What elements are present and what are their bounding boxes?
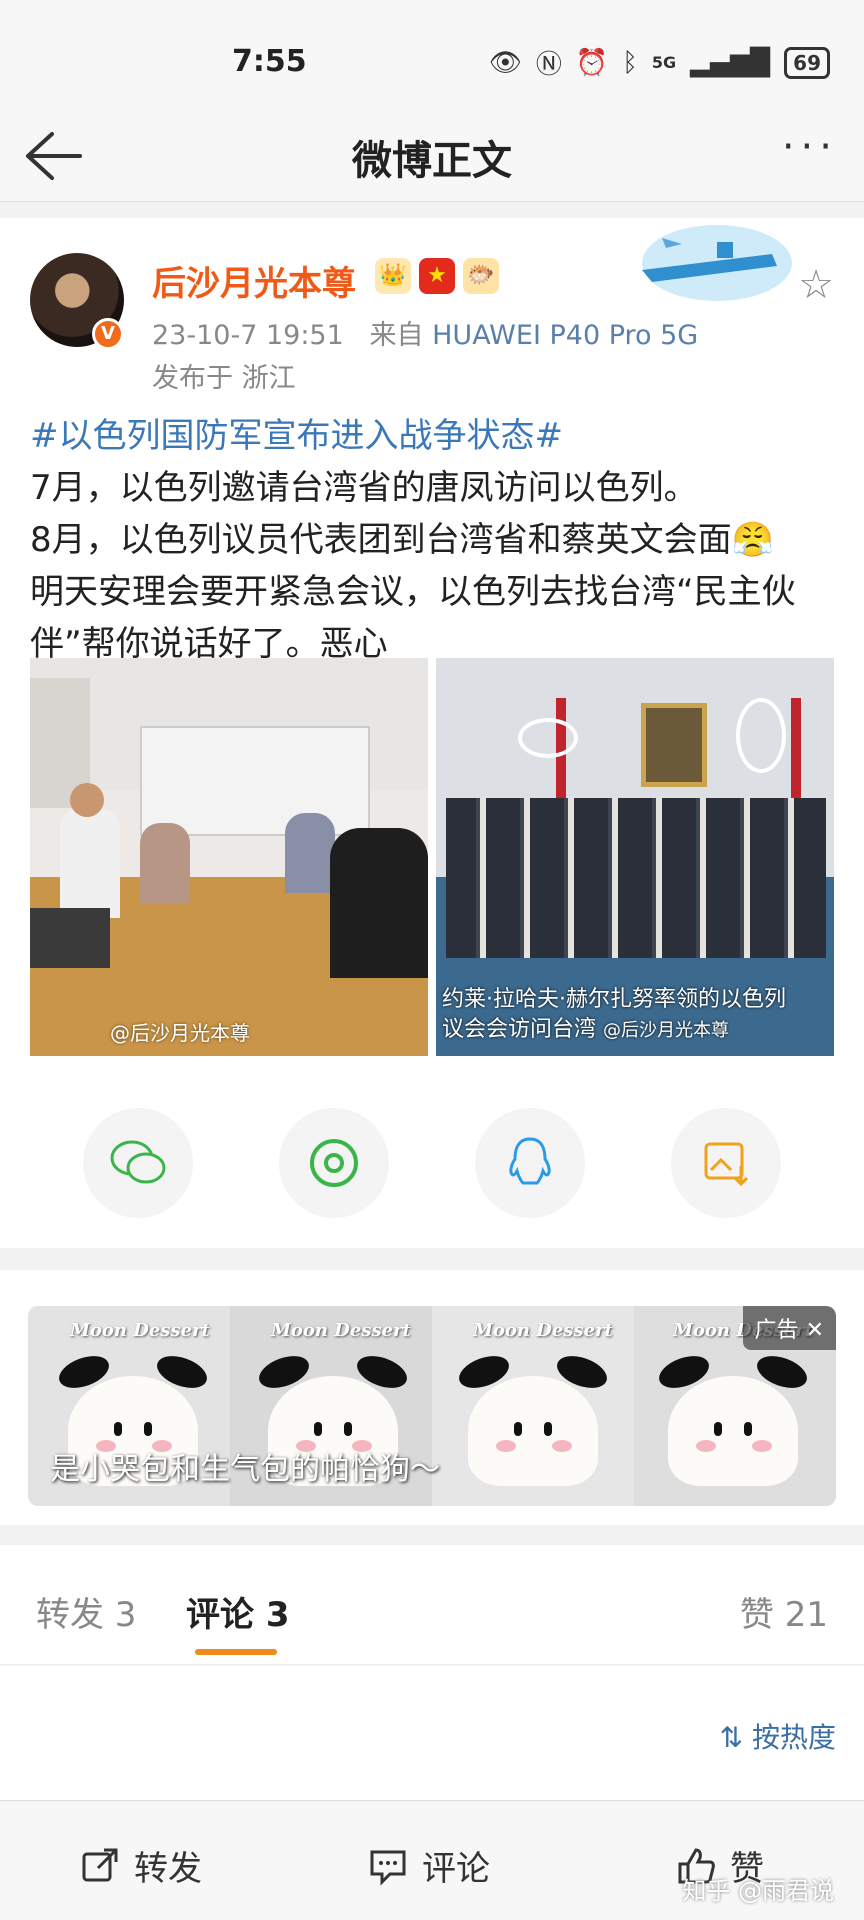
- whiteboard: [140, 726, 370, 836]
- page-title: 微博正文: [352, 138, 512, 184]
- bottom-action-bar: 转发 评论 赞 知乎 @雨君说: [0, 1800, 864, 1920]
- caption-line-2: 议会会访问台湾: [442, 1017, 597, 1042]
- signal-bars-icon: ▂▄▆█: [690, 47, 771, 78]
- user-badges: 👑 ★ 🐡: [375, 258, 499, 294]
- active-tab-indicator: [195, 1649, 277, 1655]
- moments-icon[interactable]: [279, 1108, 389, 1218]
- crown-badge-icon: 👑: [375, 258, 411, 294]
- repost-button[interactable]: 转发: [80, 1841, 202, 1890]
- ad-brand-2: Moon Dessert: [271, 1320, 411, 1341]
- person-head: [70, 783, 104, 817]
- comment-button[interactable]: 评论: [368, 1841, 490, 1890]
- alarm-icon: ⏰: [575, 47, 609, 78]
- ad-banner[interactable]: Moon Dessert Moon Dessert Moon Dessert M…: [28, 1306, 836, 1506]
- china-flag-badge-icon: ★: [419, 258, 455, 294]
- post-meta: 23-10-7 19:51 来自 HUAWEI P40 Pro 5G: [152, 313, 698, 352]
- pufferfish-badge-icon: 🐡: [463, 258, 499, 294]
- bluetooth-icon: ᛒ: [622, 47, 638, 78]
- more-options-icon[interactable]: ···: [782, 124, 838, 170]
- scribble-mark: [736, 698, 786, 773]
- image-2-caption: 约莱·拉哈夫·赫尔扎努率领的以色列 议会会访问台湾 @后沙月光本尊: [442, 985, 786, 1046]
- post-image-2[interactable]: 约莱·拉哈夫·赫尔扎努率领的以色列 议会会访问台湾 @后沙月光本尊: [436, 658, 834, 1056]
- save-image-icon[interactable]: [671, 1108, 781, 1218]
- signal-icon: 5G: [651, 53, 677, 72]
- ad-text: 是小哭包和生气包的帕恰狗～: [50, 1452, 440, 1487]
- dessert-image: [454, 1349, 612, 1486]
- person: [60, 808, 120, 918]
- post-location: 发布于 浙江: [152, 363, 296, 394]
- ad-label: 广告: [754, 1318, 799, 1343]
- portrait-frame: [641, 703, 707, 787]
- app-header: 微博正文 ···: [0, 110, 864, 202]
- status-icons: 👁 Ⓝ ⏰ ᛒ 5G ▂▄▆█ 69: [489, 44, 830, 81]
- scribble-mark: [518, 718, 578, 758]
- username[interactable]: 后沙月光本尊: [152, 256, 356, 305]
- post-card: V 后沙月光本尊 👑 ★ 🐡 ☆ 23-10-7 19:51 来自 HUAWEI…: [0, 218, 864, 1248]
- zhihu-watermark: 知乎 @雨君说: [682, 1877, 834, 1905]
- battery-icon: 69: [784, 46, 830, 79]
- sort-label: 按热度: [751, 1721, 836, 1754]
- wechat-icon[interactable]: [83, 1108, 193, 1218]
- sort-by-hot-button[interactable]: ⇅ 按热度: [720, 1716, 836, 1756]
- post-line-3: 明天安理会要开紧急会议，以色列去找台湾“民主伙伴”帮你说话好了。恶心: [30, 572, 796, 664]
- topic-link[interactable]: #以色列国防军宣布进入战争状态#: [30, 410, 830, 462]
- status-bar: 7:55 👁 Ⓝ ⏰ ᛒ 5G ▂▄▆█ 69: [0, 0, 864, 110]
- device-name: HUAWEI P40 Pro 5G: [432, 320, 699, 351]
- tab-comment[interactable]: 评论 3: [186, 1587, 290, 1636]
- eye-icon: 👁: [488, 47, 522, 78]
- comment-label: 评论: [422, 1849, 490, 1889]
- ad-brand-3: Moon Dessert: [473, 1320, 613, 1341]
- post-image-1[interactable]: @后沙月光本尊: [30, 658, 428, 1056]
- interaction-tabs: 转发 3 评论 3 赞 21: [0, 1545, 864, 1665]
- ad-section: Moon Dessert Moon Dessert Moon Dessert M…: [0, 1270, 864, 1525]
- image-2-watermark: @后沙月光本尊: [603, 1020, 730, 1041]
- laptop: [30, 908, 110, 968]
- tab-like[interactable]: 赞 21: [740, 1587, 828, 1636]
- dessert-image: [654, 1349, 812, 1486]
- post-line-1: 7月，以色列邀请台湾省的唐凤访问以色列。: [30, 468, 698, 508]
- post-text: #以色列国防军宣布进入战争状态# 7月，以色列邀请台湾省的唐凤访问以色列。 8月…: [30, 410, 830, 670]
- comment-sort-bar: ⇅ 按热度: [0, 1666, 864, 1801]
- person: [140, 823, 190, 903]
- sort-icon: ⇅: [719, 1721, 744, 1754]
- close-icon[interactable]: ✕: [806, 1318, 824, 1343]
- ad-tag[interactable]: 广告 ✕: [742, 1306, 836, 1350]
- share-row: [0, 1108, 864, 1218]
- person: [330, 828, 428, 978]
- aircraft-carrier-decoration-icon: [642, 225, 792, 301]
- source-prefix: 来自: [369, 320, 424, 351]
- post-line-2: 8月，以色列议员代表团到台湾省和蔡英文会面😤: [30, 520, 774, 560]
- tab-repost[interactable]: 转发 3: [36, 1587, 136, 1636]
- person: [285, 813, 335, 893]
- nfc-icon: Ⓝ: [535, 50, 562, 80]
- image-1-watermark: @后沙月光本尊: [110, 1021, 250, 1045]
- status-time: 7:55: [232, 44, 307, 79]
- verified-badge-icon: V: [92, 318, 124, 350]
- qq-icon[interactable]: [475, 1108, 585, 1218]
- favorite-star-icon[interactable]: ☆: [798, 262, 834, 308]
- caption-line-1: 约莱·拉哈夫·赫尔扎努率领的以色列: [442, 987, 786, 1012]
- repost-label: 转发: [134, 1849, 202, 1889]
- ad-brand-1: Moon Dessert: [70, 1320, 210, 1341]
- group-of-people: [446, 798, 826, 958]
- comment-icon: [370, 1850, 406, 1886]
- repost-icon: [82, 1848, 118, 1881]
- post-timestamp: 23-10-7 19:51: [152, 320, 344, 351]
